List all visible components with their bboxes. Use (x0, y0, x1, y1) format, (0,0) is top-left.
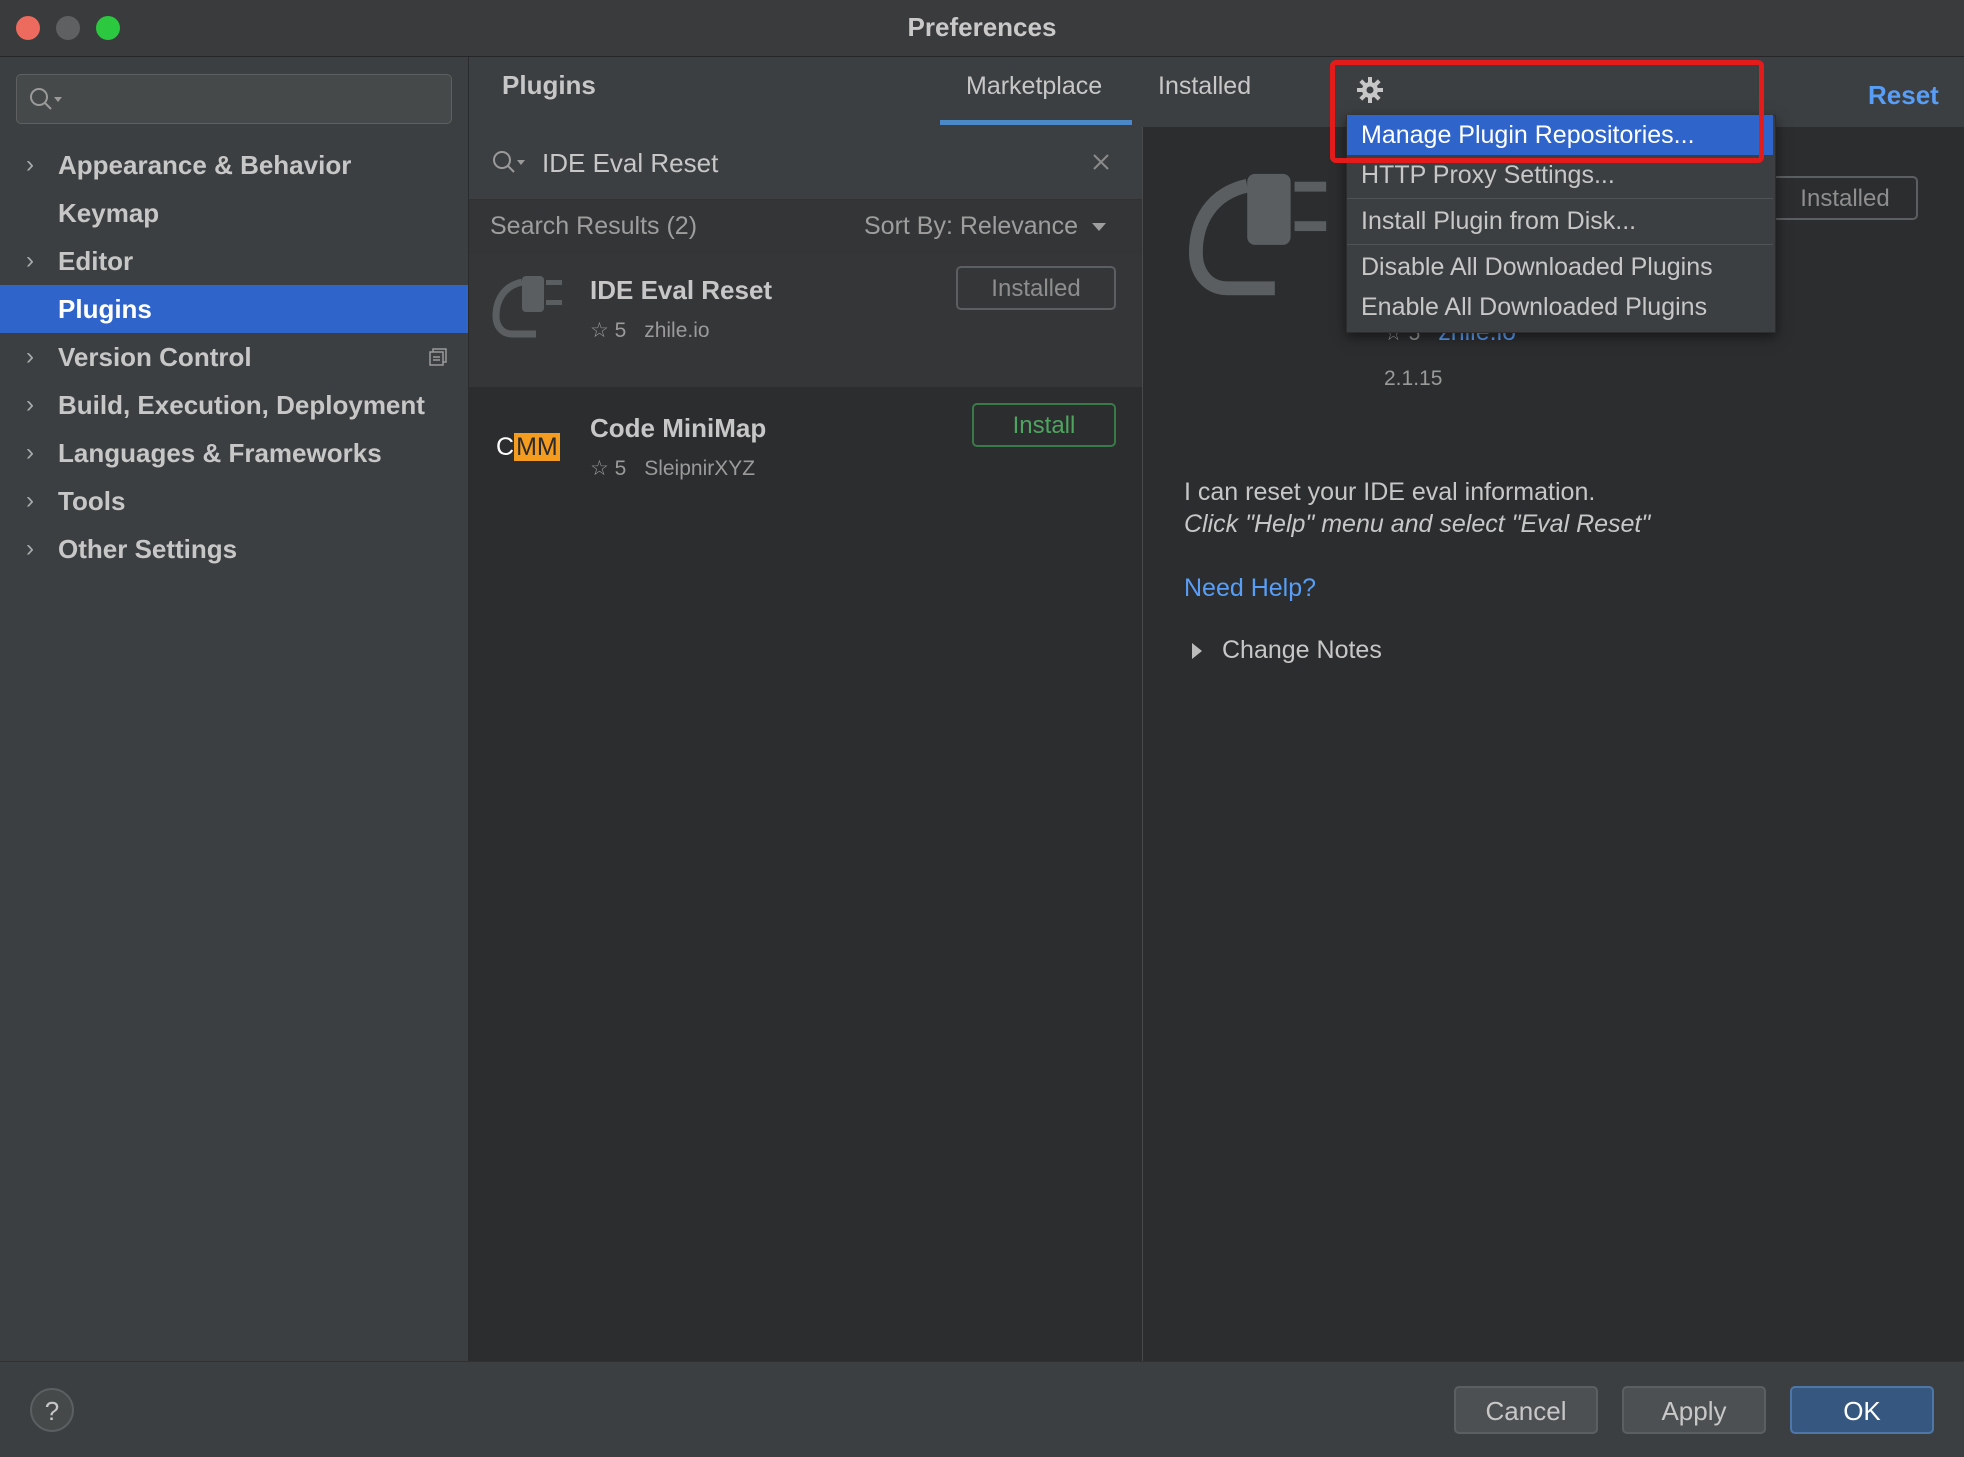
menu-separator (1347, 198, 1773, 199)
plugin-rating: 5 (614, 457, 627, 480)
chevron-right-icon: › (26, 343, 34, 370)
plugin-plug-icon-large (1188, 173, 1327, 296)
plugin-meta: ☆ 5 SleipnirXYZ (590, 456, 755, 481)
page-title: Plugins (502, 70, 596, 100)
plugin-plug-icon (492, 276, 562, 338)
chevron-down-icon (1091, 223, 1106, 232)
menu-item-enable-all-downloaded[interactable]: Enable All Downloaded Plugins (1347, 287, 1773, 327)
menu-separator (1347, 244, 1773, 245)
sidebar-search-input[interactable] (16, 74, 452, 124)
sort-dropdown[interactable]: Sort By: Relevance (864, 212, 1107, 241)
highlight-annotation-box (1330, 60, 1764, 163)
cancel-button[interactable]: Cancel (1454, 1386, 1598, 1434)
sidebar-item-editor[interactable]: › Editor (0, 237, 468, 285)
tab-marketplace[interactable]: Marketplace (966, 72, 1102, 101)
sidebar-item-keymap[interactable]: Keymap (0, 189, 468, 237)
star-icon: ☆ (590, 319, 609, 342)
project-settings-icon (429, 348, 447, 366)
sidebar-item-appearance-behavior[interactable]: › Appearance & Behavior (0, 141, 468, 189)
sidebar-item-plugins[interactable]: Plugins (0, 285, 468, 333)
sidebar-item-build-execution-deployment[interactable]: › Build, Execution, Deployment (0, 381, 468, 429)
code-minimap-logo: CMM (496, 433, 560, 461)
install-button[interactable]: Install (972, 403, 1116, 447)
change-notes-toggle[interactable]: Change Notes (1190, 636, 1382, 665)
search-icon (30, 88, 62, 110)
clear-search-icon[interactable] (1092, 153, 1110, 171)
star-icon: ☆ (590, 457, 609, 480)
plugin-vendor: zhile.io (644, 319, 710, 342)
window-title: Preferences (907, 12, 1057, 42)
plugin-meta: ☆ 5 zhile.io (590, 318, 710, 343)
sort-label: Sort By: Relevance (864, 212, 1078, 240)
chevron-right-icon: › (26, 151, 34, 178)
search-results-count: Search Results (2) (490, 212, 698, 240)
installed-button[interactable]: Installed (956, 266, 1116, 310)
ok-button[interactable]: OK (1790, 1386, 1934, 1434)
chevron-right-icon: › (26, 535, 34, 562)
triangle-right-icon (1192, 643, 1202, 660)
detail-installed-button[interactable]: Installed (1772, 176, 1918, 220)
chevron-right-icon: › (26, 247, 34, 274)
plugin-rating: 5 (614, 319, 627, 342)
active-tab-indicator (940, 120, 1132, 125)
sidebar-item-languages-frameworks[interactable]: › Languages & Frameworks (0, 429, 468, 477)
sidebar-item-version-control[interactable]: › Version Control (0, 333, 468, 381)
need-help-link[interactable]: Need Help? (1184, 574, 1316, 603)
reset-link[interactable]: Reset (1868, 80, 1939, 111)
chevron-right-icon: › (26, 487, 34, 514)
chevron-right-icon: › (26, 391, 34, 418)
tab-installed[interactable]: Installed (1158, 72, 1251, 101)
help-button[interactable]: ? (30, 1388, 74, 1432)
sidebar-item-tools[interactable]: › Tools (0, 477, 468, 525)
plugin-description-hint: Click "Help" menu and select "Eval Reset… (1184, 510, 1651, 538)
plugin-version: 2.1.15 (1384, 367, 1443, 390)
plugin-name: IDE Eval Reset (590, 275, 773, 305)
menu-item-disable-all-downloaded[interactable]: Disable All Downloaded Plugins (1347, 247, 1773, 287)
search-icon (493, 151, 525, 173)
search-query: IDE Eval Reset (542, 148, 719, 178)
chevron-right-icon: › (26, 439, 34, 466)
sidebar-item-other-settings[interactable]: › Other Settings (0, 525, 468, 573)
plugin-vendor: SleipnirXYZ (644, 457, 756, 480)
menu-item-install-plugin-from-disk[interactable]: Install Plugin from Disk... (1347, 201, 1773, 241)
apply-button[interactable]: Apply (1622, 1386, 1766, 1434)
plugin-name: Code MiniMap (590, 413, 767, 443)
plugin-description: I can reset your IDE eval information. (1184, 478, 1596, 506)
